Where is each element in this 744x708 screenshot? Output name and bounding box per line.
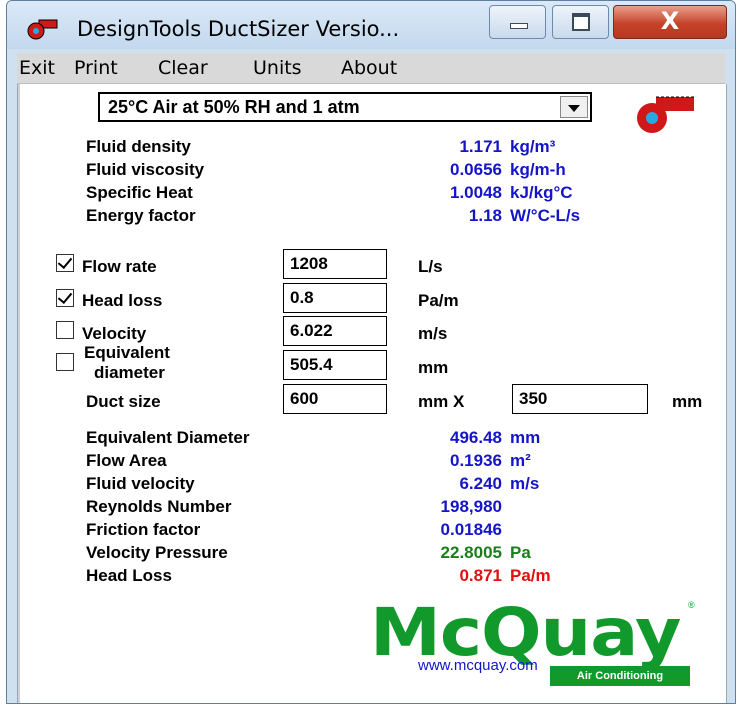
specific-heat-label: Specific Heat xyxy=(86,183,193,202)
result-unit: m² xyxy=(510,451,531,470)
fluid-viscosity-unit: kg/m-h xyxy=(510,160,566,179)
website-link[interactable]: www.mcquay.com xyxy=(418,657,538,674)
specific-heat-value: 1.0048 xyxy=(450,183,502,202)
fluid-viscosity-value: 0.0656 xyxy=(450,160,502,179)
duct-size-label: Duct size xyxy=(86,392,161,411)
result-label: Velocity Pressure xyxy=(86,543,228,562)
result-value: 198,980 xyxy=(440,497,502,516)
fluid-density-value: 1.171 xyxy=(459,137,502,156)
menu-print[interactable]: Print xyxy=(74,57,118,79)
head-loss-label: Head loss xyxy=(82,291,163,310)
maximize-icon xyxy=(572,13,590,31)
fluid-select-value: 25°C Air at 50% RH and 1 atm xyxy=(108,97,360,117)
fluid-select-dropdown-button[interactable] xyxy=(560,96,588,118)
result-label: Head Loss xyxy=(86,566,172,585)
result-value: 22.8005 xyxy=(440,543,502,562)
maximize-button[interactable] xyxy=(552,5,609,39)
mcquay-logo: McQuay ® Air Conditioning xyxy=(370,594,700,690)
result-unit: m/s xyxy=(510,474,540,493)
panel-edge xyxy=(18,84,20,703)
equivalent-diameter-input[interactable] xyxy=(283,350,387,380)
fluid-viscosity-label: Fluid viscosity xyxy=(86,160,205,179)
result-unit: Pa/m xyxy=(510,566,551,585)
menu-about[interactable]: About xyxy=(341,57,397,79)
flow-rate-input[interactable] xyxy=(283,249,387,279)
minimize-icon xyxy=(510,23,528,29)
duct-height-input[interactable] xyxy=(512,384,648,414)
energy-factor-unit: W/°C-L/s xyxy=(510,206,581,225)
fluid-density-unit: kg/m³ xyxy=(510,137,556,156)
result-unit: Pa xyxy=(510,543,531,562)
flow-rate-label: Flow rate xyxy=(82,257,157,276)
specific-heat-unit: kJ/kg°C xyxy=(510,183,573,202)
equivalent-diameter-unit: mm xyxy=(418,358,449,377)
window-title: DesignTools DuctSizer Versio... xyxy=(77,17,400,41)
equivalent-diameter-label-line2: diameter xyxy=(94,363,165,382)
result-unit: mm xyxy=(510,428,541,447)
logo-subtitle-bar: Air Conditioning xyxy=(550,666,690,686)
menu-bar: Exit Print Clear Units About xyxy=(17,53,725,84)
velocity-input[interactable] xyxy=(283,316,387,346)
close-button[interactable]: X xyxy=(613,5,727,39)
energy-factor-label: Energy factor xyxy=(86,206,196,225)
menu-exit[interactable]: Exit xyxy=(19,57,55,79)
chevron-down-icon xyxy=(568,105,580,112)
velocity-checkbox[interactable] xyxy=(56,321,74,339)
energy-factor-value: 1.18 xyxy=(468,206,502,225)
equivalent-diameter-checkbox[interactable] xyxy=(56,353,74,371)
result-label: Fluid velocity xyxy=(86,474,195,493)
flow-rate-checkbox[interactable] xyxy=(56,254,74,272)
minimize-button[interactable] xyxy=(489,5,546,39)
velocity-unit: m/s xyxy=(418,324,448,343)
duct-width-input[interactable] xyxy=(283,384,387,414)
close-icon: X xyxy=(660,7,680,35)
fluid-density-label: Fluid density xyxy=(86,137,191,156)
equivalent-diameter-label-line1: Equivalent xyxy=(84,343,170,362)
app-window: DesignTools DuctSizer Versio... X Exit P… xyxy=(6,0,736,704)
title-bar[interactable]: DesignTools DuctSizer Versio... X xyxy=(7,1,735,49)
fan-duct-icon xyxy=(637,96,694,133)
fluid-select[interactable]: 25°C Air at 50% RH and 1 atm xyxy=(98,92,592,122)
result-label: Equivalent Diameter xyxy=(86,428,250,447)
main-panel: 25°C Air at 50% RH and 1 atm Fluid densi… xyxy=(17,84,727,703)
head-loss-checkbox[interactable] xyxy=(56,289,74,307)
flow-rate-unit: L/s xyxy=(418,257,443,276)
head-loss-unit: Pa/m xyxy=(418,291,459,310)
result-label: Flow Area xyxy=(86,451,167,470)
result-value: 0.871 xyxy=(459,566,502,585)
result-label: Reynolds Number xyxy=(86,497,232,516)
result-value: 0.01846 xyxy=(440,520,502,539)
head-loss-input[interactable] xyxy=(283,283,387,313)
menu-clear[interactable]: Clear xyxy=(158,57,208,79)
menu-units[interactable]: Units xyxy=(253,57,302,79)
fan-duct-icon xyxy=(27,19,58,40)
result-value: 0.1936 xyxy=(450,451,502,470)
result-value: 6.240 xyxy=(459,474,502,493)
logo-subtitle: Air Conditioning xyxy=(576,670,664,682)
registered-mark: ® xyxy=(688,600,695,610)
result-label: Friction factor xyxy=(86,520,201,539)
result-value: 496.48 xyxy=(450,428,502,447)
velocity-label: Velocity xyxy=(82,324,147,343)
duct-size-unit-x: mm X xyxy=(418,392,465,411)
duct-height-unit: mm xyxy=(672,392,703,411)
